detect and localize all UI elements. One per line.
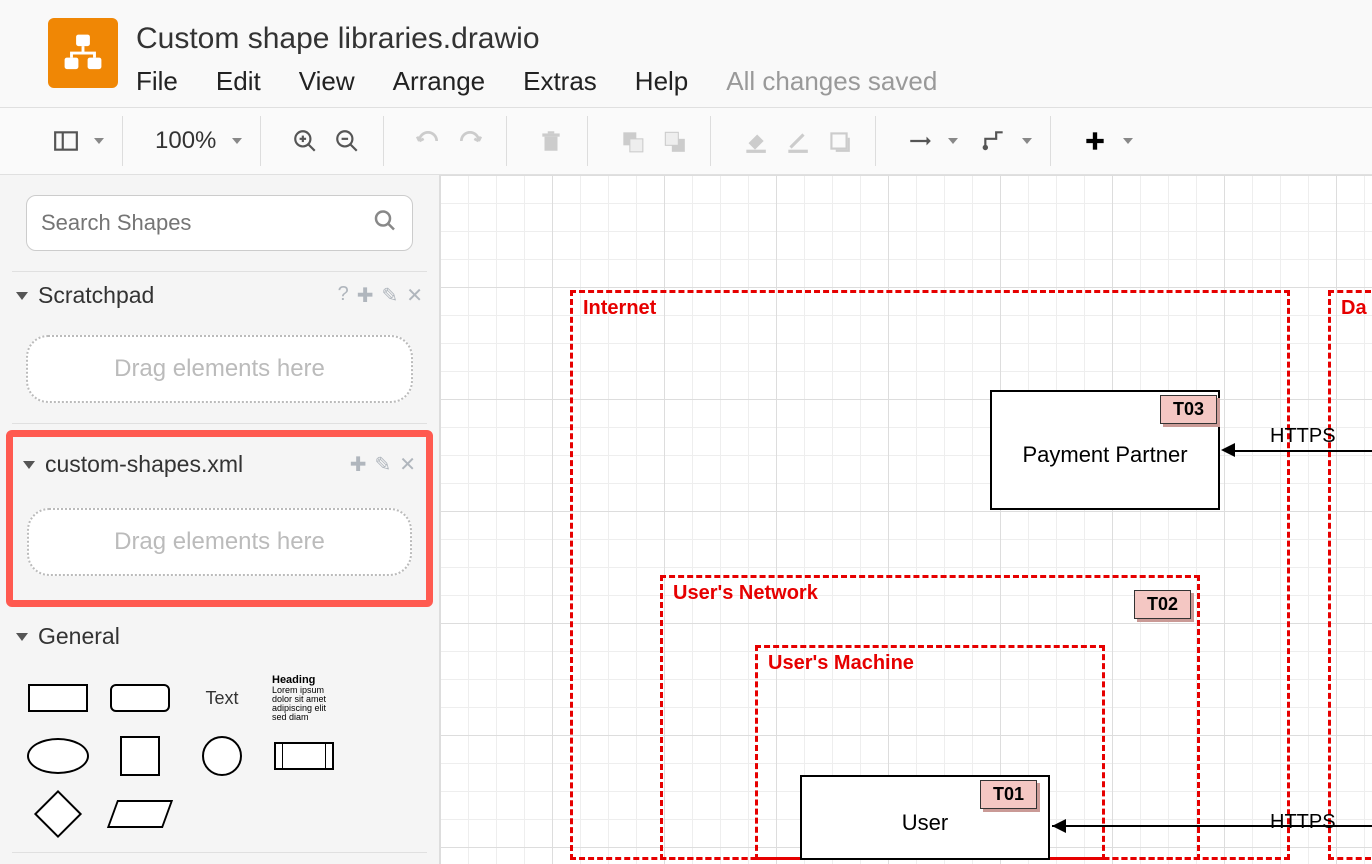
line-color-button[interactable] xyxy=(779,123,815,159)
shape-process[interactable] xyxy=(268,732,340,780)
edge-https-1-label: HTTPS xyxy=(1270,425,1336,448)
edge-https-2-label: HTTPS xyxy=(1270,811,1336,834)
save-status: All changes saved xyxy=(726,66,937,97)
insert-button[interactable] xyxy=(1077,123,1113,159)
shape-parallelogram[interactable] xyxy=(104,790,176,838)
zoom-out-button[interactable] xyxy=(329,123,365,159)
header: Custom shape libraries.drawio File Edit … xyxy=(0,0,1372,108)
shape-square[interactable] xyxy=(104,732,176,780)
scratchpad-title: Scratchpad xyxy=(38,282,154,309)
zoom-in-button[interactable] xyxy=(287,123,323,159)
menu-edit[interactable]: Edit xyxy=(216,66,261,97)
menu-view[interactable]: View xyxy=(299,66,355,97)
shape-heading[interactable]: HeadingLorem ipsum dolor sit amet adipis… xyxy=(268,674,340,722)
to-back-button[interactable] xyxy=(656,123,692,159)
plus-icon[interactable]: ✚ xyxy=(350,452,367,477)
zone-user-network-label: User's Network xyxy=(673,582,818,605)
shape-rectangle[interactable] xyxy=(22,674,94,722)
general-header[interactable]: General xyxy=(12,613,427,660)
undo-button[interactable] xyxy=(410,123,446,159)
shape-text[interactable]: Text xyxy=(186,674,258,722)
tag-t02[interactable]: T02 xyxy=(1134,590,1191,619)
chevron-down-icon[interactable] xyxy=(1022,138,1032,144)
sidebar-toggle-button[interactable] xyxy=(48,123,84,159)
tag-t03[interactable]: T03 xyxy=(1160,395,1217,424)
zone-internet-label: Internet xyxy=(583,297,656,320)
close-icon[interactable]: ✕ xyxy=(399,452,416,477)
node-payment-partner-label: Payment Partner xyxy=(1022,442,1187,468)
arrow-head-icon xyxy=(1221,443,1235,457)
custom-shapes-title: custom-shapes.xml xyxy=(45,451,243,478)
arrow-head-icon xyxy=(1052,819,1066,833)
chevron-down-icon xyxy=(16,292,28,300)
shadow-button[interactable] xyxy=(821,123,857,159)
connection-button[interactable] xyxy=(902,123,938,159)
search-input[interactable] xyxy=(26,195,413,251)
chevron-down-icon[interactable] xyxy=(948,138,958,144)
menu-file[interactable]: File xyxy=(136,66,178,97)
shape-diamond[interactable] xyxy=(22,790,94,838)
sidebar-custom-shapes: custom-shapes.xml ✚ ✎ ✕ Drag elements he… xyxy=(6,430,433,607)
custom-shapes-header[interactable]: custom-shapes.xml ✚ ✎ ✕ xyxy=(13,437,426,492)
to-front-button[interactable] xyxy=(614,123,650,159)
sidebar-scratchpad: Scratchpad ? ✚ ✎ ✕ Drag elements here xyxy=(12,271,427,424)
toolbar: 100% xyxy=(0,108,1372,175)
custom-dropzone[interactable]: Drag elements here xyxy=(27,508,412,576)
close-icon[interactable]: ✕ xyxy=(406,283,423,308)
chevron-down-icon xyxy=(16,633,28,641)
chevron-down-icon[interactable] xyxy=(232,138,242,144)
zone-da[interactable]: Da xyxy=(1328,290,1372,860)
general-title: General xyxy=(38,623,120,650)
app-logo[interactable] xyxy=(48,18,118,88)
menu-arrange[interactable]: Arrange xyxy=(393,66,486,97)
redo-button[interactable] xyxy=(452,123,488,159)
fill-color-button[interactable] xyxy=(737,123,773,159)
menu-extras[interactable]: Extras xyxy=(523,66,597,97)
sidebar: Scratchpad ? ✚ ✎ ✕ Drag elements here cu… xyxy=(0,175,440,864)
chevron-down-icon[interactable] xyxy=(94,138,104,144)
scratchpad-dropzone[interactable]: Drag elements here xyxy=(26,335,413,403)
menubar: File Edit View Arrange Extras Help All c… xyxy=(136,66,937,97)
delete-button[interactable] xyxy=(533,123,569,159)
chevron-down-icon xyxy=(23,461,35,469)
sidebar-general: General Text HeadingLorem ipsum dolor si… xyxy=(12,613,427,853)
menu-help[interactable]: Help xyxy=(635,66,688,97)
node-user-label: User xyxy=(902,810,948,836)
shape-rounded-rectangle[interactable] xyxy=(104,674,176,722)
zone-da-label: Da xyxy=(1341,297,1367,320)
scratchpad-header[interactable]: Scratchpad ? ✚ ✎ ✕ xyxy=(12,272,427,319)
pencil-icon[interactable]: ✎ xyxy=(381,283,398,308)
chevron-down-icon[interactable] xyxy=(1123,138,1133,144)
zoom-level[interactable]: 100% xyxy=(149,127,222,155)
search-icon[interactable] xyxy=(373,209,397,238)
shape-ellipse[interactable] xyxy=(22,732,94,780)
zone-user-machine-label: User's Machine xyxy=(768,652,914,675)
tag-t01[interactable]: T01 xyxy=(980,780,1037,809)
canvas[interactable]: Internet Da User's Network User's Machin… xyxy=(440,175,1372,864)
document-title[interactable]: Custom shape libraries.drawio xyxy=(136,22,937,56)
edge-https-1[interactable] xyxy=(1234,450,1372,452)
help-icon[interactable]: ? xyxy=(338,283,349,308)
pencil-icon[interactable]: ✎ xyxy=(374,452,391,477)
plus-icon[interactable]: ✚ xyxy=(357,283,374,308)
shape-circle[interactable] xyxy=(186,732,258,780)
waypoint-button[interactable] xyxy=(976,123,1012,159)
